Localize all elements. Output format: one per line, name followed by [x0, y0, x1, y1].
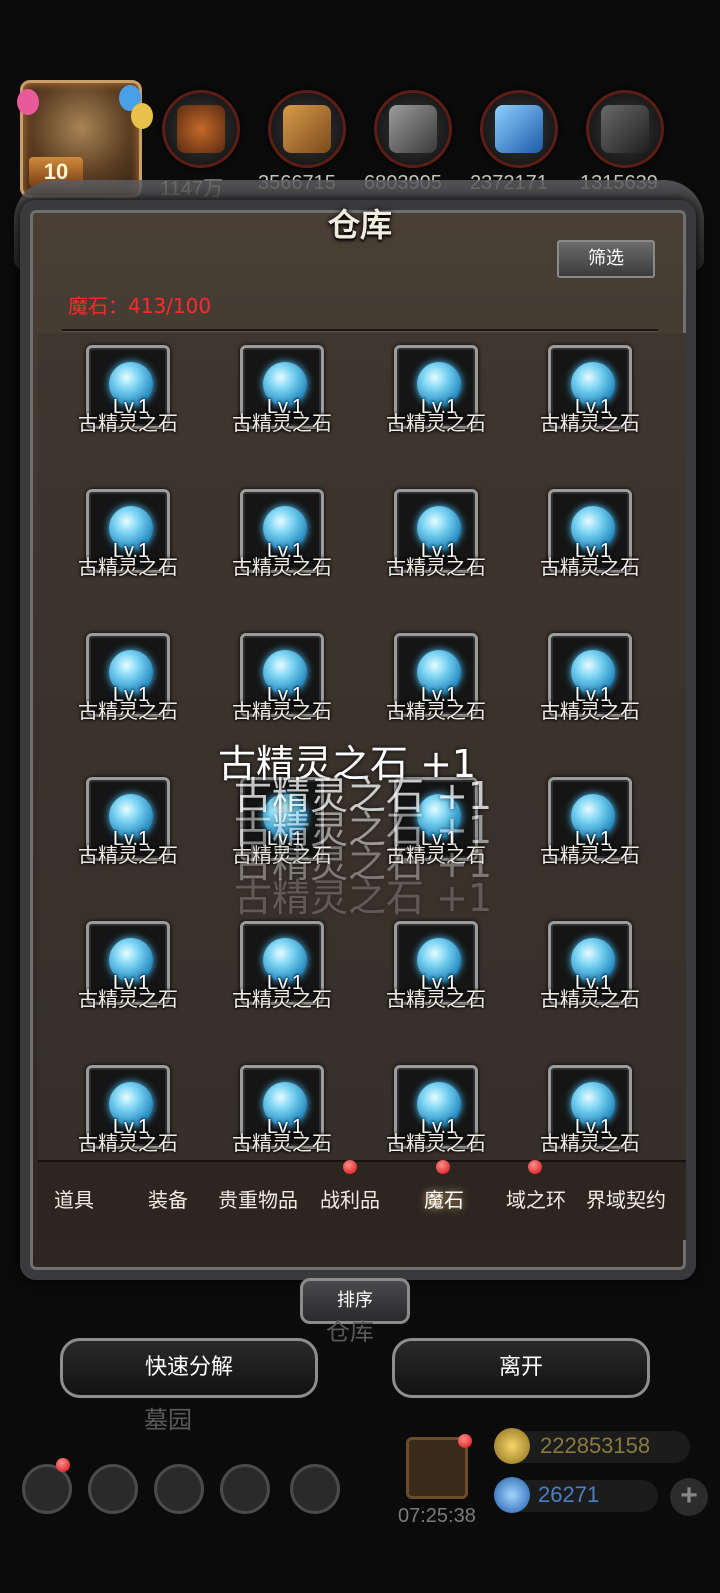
item-cell[interactable]: Lv.1 古精灵之石	[346, 333, 486, 463]
item-name: 古精灵之石	[540, 1131, 640, 1155]
category-tabs: 道具 装备 贵重物品 战利品 魔石 域之环 界域契约	[38, 1160, 686, 1240]
leave-button[interactable]: 离开	[392, 1338, 650, 1398]
item-name: 古精灵之石	[78, 411, 178, 435]
item-name: 古精灵之石	[386, 411, 486, 435]
item-cell[interactable]: Lv.1 古精灵之石	[38, 1053, 178, 1161]
notification-dot	[343, 1160, 357, 1174]
notification-dot	[56, 1458, 70, 1472]
item-name: 古精灵之石	[78, 843, 178, 867]
tab-4[interactable]: 魔石	[424, 1184, 464, 1213]
item-name: 古精灵之石	[386, 555, 486, 579]
background-graveyard-label: 墓园	[144, 1406, 192, 1434]
notification-dot	[528, 1160, 542, 1174]
tab-5[interactable]: 域之环	[506, 1184, 566, 1213]
item-cell[interactable]: Lv.1 古精灵之石	[192, 477, 332, 607]
gift-icon[interactable]	[406, 1437, 468, 1499]
item-name: 古精灵之石	[78, 1131, 178, 1155]
item-name: 古精灵之石	[540, 411, 640, 435]
item-cell[interactable]: Lv.1 古精灵之石	[500, 1053, 640, 1161]
map-icon[interactable]	[290, 1464, 340, 1514]
iron-icon	[389, 105, 437, 153]
item-cell[interactable]: Lv.1 古精灵之石	[500, 765, 640, 895]
resource-slot-steel[interactable]	[586, 90, 664, 168]
gold-amount: 222853158	[540, 1433, 651, 1458]
item-name: 古精灵之石	[386, 987, 486, 1011]
tab-2[interactable]: 贵重物品	[218, 1184, 298, 1213]
tab-3[interactable]: 战利品	[320, 1184, 380, 1213]
resource-slot-iron[interactable]	[374, 90, 452, 168]
notification-dot	[436, 1160, 450, 1174]
item-grid-scroll[interactable]: Lv.1 古精灵之石 Lv.1 古精灵之石 Lv.1 古精灵之石 Lv.1 古精灵之石 Lv.1…	[38, 333, 686, 1161]
item-name: 古精灵之石	[386, 699, 486, 723]
item-cell[interactable]: Lv.1 古精灵之石	[500, 909, 640, 1039]
item-name: 古精灵之石	[232, 555, 332, 579]
item-name: 古精灵之石	[232, 987, 332, 1011]
item-name: 古精灵之石	[78, 555, 178, 579]
quick-decompose-button[interactable]: 快速分解	[60, 1338, 318, 1398]
item-cell[interactable]: Lv.1 古精灵之石	[500, 333, 640, 463]
divider	[62, 329, 658, 331]
item-cell[interactable]: Lv.1 古精灵之石	[346, 909, 486, 1039]
item-name: 古精灵之石	[232, 1131, 332, 1155]
panel-title: 仓库	[327, 206, 392, 244]
wood-icon	[283, 105, 331, 153]
gain-notification: 古精灵之石 +1	[234, 876, 493, 920]
item-cell[interactable]: Lv.1 古精灵之石	[500, 477, 640, 607]
gold-coin-icon	[494, 1428, 530, 1464]
item-name: 古精灵之石	[232, 699, 332, 723]
tab-1[interactable]: 装备	[148, 1184, 188, 1213]
item-cell[interactable]: Lv.1 古精灵之石	[38, 477, 178, 607]
steel-icon	[601, 105, 649, 153]
balloon-icon	[131, 103, 153, 129]
item-name: 古精灵之石	[540, 699, 640, 723]
balloon-icon	[17, 89, 39, 115]
item-cell[interactable]: Lv.1 古精灵之石	[346, 621, 486, 751]
resource-slot-ore[interactable]	[162, 90, 240, 168]
item-cell[interactable]: Lv.1 古精灵之石	[38, 333, 178, 463]
item-name: 古精灵之石	[232, 411, 332, 435]
mail-icon[interactable]	[220, 1464, 270, 1514]
item-name: 古精灵之石	[540, 843, 640, 867]
resource-slot-wood[interactable]	[268, 90, 346, 168]
item-name: 古精灵之石	[386, 1131, 486, 1155]
filter-button[interactable]: 筛选	[557, 240, 655, 278]
item-cell[interactable]: Lv.1 古精灵之石	[38, 621, 178, 751]
tab-0[interactable]: 道具	[54, 1184, 94, 1213]
notification-dot	[458, 1434, 472, 1448]
crystal-icon	[495, 105, 543, 153]
item-name: 古精灵之石	[78, 699, 178, 723]
item-name: 古精灵之石	[540, 987, 640, 1011]
resource-slot-crystal[interactable]	[480, 90, 558, 168]
item-name: 古精灵之石	[78, 987, 178, 1011]
tab-6[interactable]: 界域契约	[586, 1184, 666, 1213]
gift-timer: 07:25:38	[398, 1505, 476, 1527]
item-cell[interactable]: Lv.1 古精灵之石	[38, 909, 178, 1039]
demon-stone-count: 魔石：413/100	[68, 294, 212, 318]
menu-icon[interactable]	[88, 1464, 138, 1514]
item-cell[interactable]: Lv.1 古精灵之石	[192, 909, 332, 1039]
item-cell[interactable]: Lv.1 古精灵之石	[192, 333, 332, 463]
guild-icon[interactable]	[154, 1464, 204, 1514]
diamond-amount: 26271	[538, 1482, 600, 1507]
item-name: 古精灵之石	[540, 555, 640, 579]
item-cell[interactable]: Lv.1 古精灵之石	[346, 477, 486, 607]
background-warehouse-label: 仓库	[326, 1318, 374, 1346]
item-cell[interactable]: Lv.1 古精灵之石	[38, 765, 178, 895]
item-cell[interactable]: Lv.1 古精灵之石	[346, 1053, 486, 1161]
diamond-icon	[494, 1477, 530, 1513]
add-currency-button[interactable]: +	[670, 1478, 708, 1516]
item-cell[interactable]: Lv.1 古精灵之石	[192, 621, 332, 751]
item-cell[interactable]: Lv.1 古精灵之石	[192, 1053, 332, 1161]
item-cell[interactable]: Lv.1 古精灵之石	[500, 621, 640, 751]
ore-icon	[177, 105, 225, 153]
